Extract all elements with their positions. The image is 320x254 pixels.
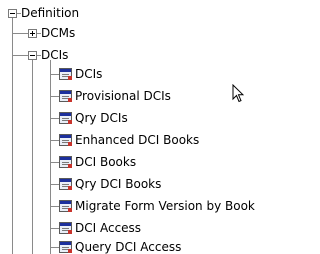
- form-icon: [59, 222, 72, 234]
- tree-guide-line: [50, 60, 51, 254]
- tree-item-dci-books[interactable]: DCI Books: [75, 155, 136, 169]
- form-icon: [59, 112, 72, 124]
- tree-connector: [51, 96, 59, 97]
- tree-item-qry-dcis[interactable]: Qry DCIs: [75, 111, 128, 125]
- tree-connector: [13, 55, 28, 56]
- tree-node-dcis[interactable]: DCIs: [41, 48, 68, 62]
- tree-connector: [51, 206, 59, 207]
- collapse-toggle-definition[interactable]: [8, 9, 17, 18]
- expand-toggle-dcms[interactable]: [28, 29, 37, 38]
- tree-guide-line: [32, 60, 33, 254]
- tree-item-enhanced-dci-books[interactable]: Enhanced DCI Books: [75, 133, 199, 147]
- tree-item-migrate-form-version-by-book[interactable]: Migrate Form Version by Book: [75, 199, 255, 213]
- tree-connector: [51, 140, 59, 141]
- tree-item-query-dci-access[interactable]: Query DCI Access: [75, 240, 181, 254]
- tree-connector: [13, 33, 28, 34]
- form-icon: [59, 178, 72, 190]
- tree-connector: [51, 228, 59, 229]
- tree-connector: [51, 184, 59, 185]
- tree-node-dcms[interactable]: DCMs: [41, 26, 75, 40]
- collapse-toggle-dcis[interactable]: [28, 51, 37, 60]
- tree-item-provisional-dcis[interactable]: Provisional DCIs: [75, 89, 171, 103]
- tree-connector: [51, 74, 59, 75]
- tree-connector: [51, 118, 59, 119]
- tree-connector: [51, 247, 59, 248]
- form-icon: [59, 134, 72, 146]
- tree-item-dcis[interactable]: DCIs: [75, 67, 102, 81]
- tree-node-definition[interactable]: Definition: [21, 6, 79, 20]
- form-icon: [59, 90, 72, 102]
- tree-item-dci-access[interactable]: DCI Access: [75, 221, 141, 235]
- mouse-pointer-icon: [232, 84, 244, 103]
- form-icon: [59, 241, 72, 253]
- tree-connector: [51, 162, 59, 163]
- navigation-tree: Definition DCMs DCIs DCIs Provisional DC…: [0, 0, 255, 254]
- form-icon: [59, 68, 72, 80]
- form-icon: [59, 156, 72, 168]
- form-icon: [59, 200, 72, 212]
- tree-guide-line: [12, 18, 13, 254]
- tree-item-qry-dci-books[interactable]: Qry DCI Books: [75, 177, 161, 191]
